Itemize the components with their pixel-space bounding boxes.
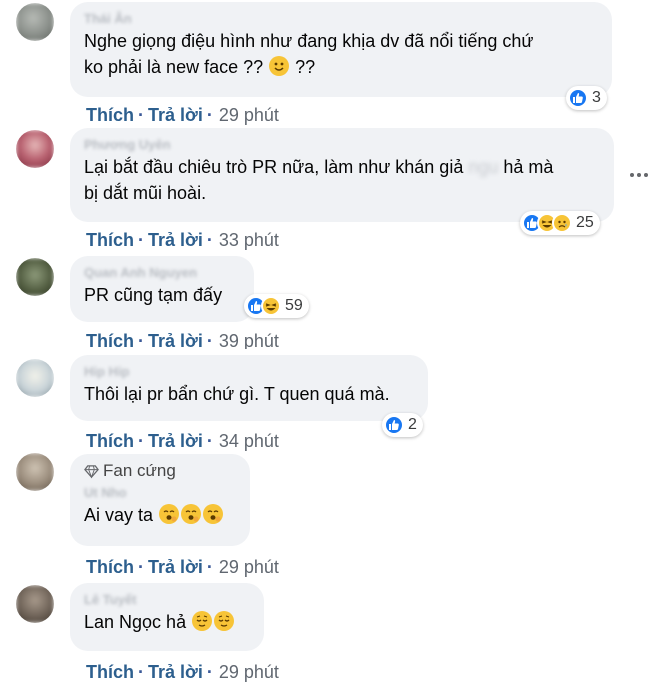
haha-reaction-icon — [261, 296, 281, 316]
comment-actions: Thích · Trả lời · 29 phút — [86, 660, 279, 684]
avatar[interactable] — [16, 3, 54, 41]
yawning-face-icon — [159, 504, 180, 524]
yawning-face-icon — [181, 504, 202, 524]
comment-bubble: Fan cứng Ut Nho Ai vay ta — [70, 454, 250, 546]
reply-button[interactable]: Trả lời — [148, 557, 203, 578]
comment-bubble: Thái Ân Nghe giọng điệu hình như đang kh… — [70, 2, 612, 97]
top-fan-badge: Fan cứng — [84, 460, 236, 482]
yawning-face-icon — [203, 504, 224, 524]
separator: · — [138, 556, 144, 577]
comment-text: PR cũng tạm đấy — [84, 285, 223, 305]
reaction-summary[interactable]: 25 — [520, 211, 600, 235]
badge-label: Fan cứng — [103, 461, 176, 480]
separator: · — [206, 104, 213, 125]
relieved-face-icon — [192, 611, 213, 631]
comment-time[interactable]: 33 phút — [219, 230, 279, 251]
like-button[interactable]: Thích — [86, 662, 134, 683]
comment-bubble: Quan Anh Nguyen PR cũng tạm đấy — [70, 256, 254, 322]
comment-bubble: Phương Uyên Lại bắt đầu chiêu trò PR nữa… — [70, 128, 614, 222]
separator: · — [138, 430, 144, 451]
separator: · — [138, 229, 144, 250]
comment-actions: Thích · Trả lời · 33 phút — [86, 228, 279, 252]
like-button[interactable]: Thích — [86, 557, 134, 578]
comment-actions: Thích · Trả lời · 39 phút — [86, 331, 279, 349]
avatar[interactable] — [16, 258, 54, 296]
avatar[interactable] — [16, 453, 54, 491]
comment-author[interactable]: Hip Hip — [84, 363, 414, 381]
comment-text: Ai vay ta — [84, 502, 236, 528]
reaction-count: 2 — [408, 416, 417, 433]
relieved-face-icon — [214, 611, 235, 631]
like-reaction-icon — [568, 88, 588, 108]
comment-text: Nghe giọng điệu hình như đang khịa dv đã… — [84, 31, 534, 77]
comment-time[interactable]: 29 phút — [219, 105, 279, 126]
comment-author[interactable]: Quan Anh Nguyen — [84, 264, 240, 282]
reaction-count: 3 — [592, 89, 601, 106]
separator: · — [206, 661, 213, 682]
separator: · — [206, 430, 213, 451]
comment-actions: Thích · Trả lời · 34 phút — [86, 429, 279, 453]
reaction-summary[interactable]: 2 — [382, 413, 423, 437]
comment-time[interactable]: 34 phút — [219, 431, 279, 452]
reply-button[interactable]: Trả lời — [148, 230, 203, 251]
reaction-summary[interactable]: 59 — [244, 294, 309, 318]
comment-text: Thôi lại pr bẩn chứ gì. T quen quá mà. — [84, 384, 390, 404]
comment-actions: Thích · Trả lời · 29 phút — [86, 103, 279, 127]
like-button[interactable]: Thích — [86, 331, 134, 349]
more-options-icon[interactable] — [628, 167, 650, 183]
separator: · — [138, 331, 144, 349]
separator: · — [138, 661, 144, 682]
like-reaction-icon — [384, 415, 404, 435]
smile-emoji-icon — [269, 56, 290, 76]
comment-text: Lại bắt đầu chiêu trò PR nữa, làm như kh… — [84, 154, 600, 206]
comment-author[interactable]: Ut Nho — [84, 484, 236, 502]
avatar[interactable] — [16, 585, 54, 623]
redacted-word: ngu — [468, 157, 499, 177]
like-button[interactable]: Thích — [86, 105, 134, 126]
avatar[interactable] — [16, 359, 54, 397]
diamond-icon — [84, 464, 99, 478]
comment-time[interactable]: 39 phút — [219, 331, 279, 349]
like-button[interactable]: Thích — [86, 431, 134, 452]
reaction-count: 59 — [285, 297, 303, 314]
separator: · — [206, 229, 213, 250]
separator: · — [138, 104, 144, 125]
sad-reaction-icon — [552, 213, 572, 233]
reaction-summary[interactable]: 3 — [566, 86, 607, 110]
like-button[interactable]: Thích — [86, 230, 134, 251]
comment-actions: Thích · Trả lời · 29 phút — [86, 555, 279, 579]
comment-bubble: Lê Tuyết Lan Ngọc hả — [70, 583, 264, 651]
separator: · — [206, 331, 213, 349]
comment-author[interactable]: Thái Ân — [84, 10, 598, 28]
separator: · — [206, 556, 213, 577]
avatar[interactable] — [16, 130, 54, 168]
reply-button[interactable]: Trả lời — [148, 431, 203, 452]
comment-author[interactable]: Lê Tuyết — [84, 591, 250, 609]
reply-button[interactable]: Trả lời — [148, 105, 203, 126]
reply-button[interactable]: Trả lời — [148, 331, 203, 349]
comment-bubble: Hip Hip Thôi lại pr bẩn chứ gì. T quen q… — [70, 355, 428, 421]
reaction-count: 25 — [576, 214, 594, 231]
comment-text: Lan Ngọc hả — [84, 609, 250, 635]
comment-time[interactable]: 29 phút — [219, 557, 279, 578]
comment-author[interactable]: Phương Uyên — [84, 136, 600, 154]
comment-time[interactable]: 29 phút — [219, 662, 279, 683]
reply-button[interactable]: Trả lời — [148, 662, 203, 683]
